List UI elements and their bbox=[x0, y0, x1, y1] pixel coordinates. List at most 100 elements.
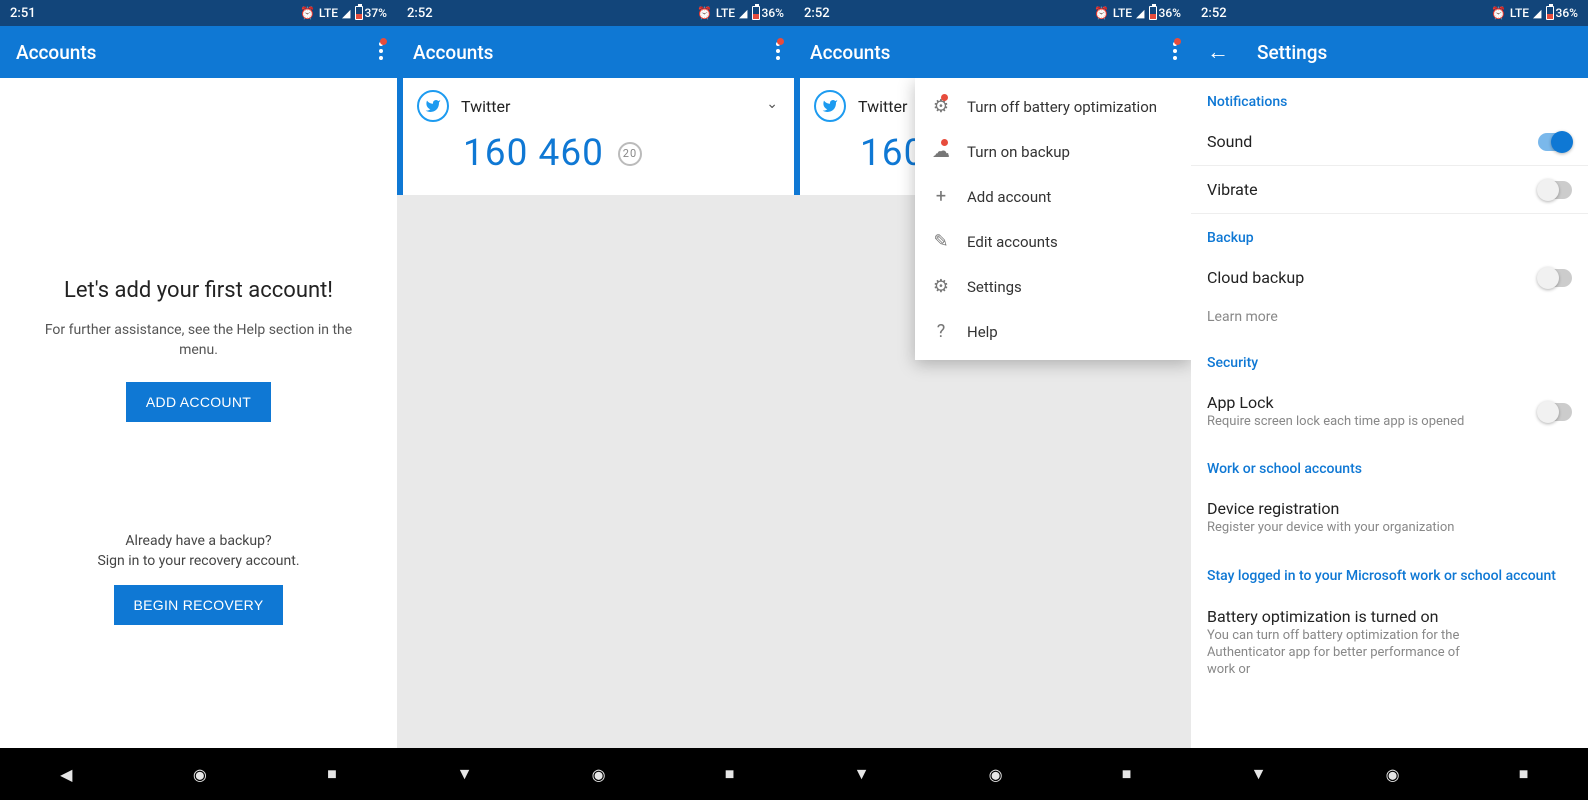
section-stay-logged: Stay logged in to your Microsoft work or… bbox=[1191, 551, 1588, 593]
pencil-icon: ✎ bbox=[931, 231, 951, 252]
nav-home-icon[interactable]: ◉ bbox=[1386, 765, 1400, 784]
menu-label: Edit accounts bbox=[967, 233, 1058, 251]
plus-icon: + bbox=[931, 186, 951, 207]
status-lte: LTE bbox=[319, 6, 338, 20]
menu-battery-opt[interactable]: ⚙Turn off battery optimization bbox=[915, 84, 1191, 129]
nav-home-icon[interactable]: ◉ bbox=[592, 765, 606, 784]
battery-icon bbox=[1546, 6, 1554, 20]
status-battery: 36% bbox=[1159, 6, 1181, 20]
alarm-icon bbox=[697, 6, 712, 20]
setting-cloud-backup[interactable]: Cloud backup bbox=[1191, 254, 1588, 301]
menu-settings[interactable]: ⚙ Settings bbox=[915, 264, 1191, 309]
menu-turn-on-backup[interactable]: ☁Turn on backup bbox=[915, 129, 1191, 174]
menu-label: Turn on backup bbox=[967, 143, 1070, 161]
section-notifications: Notifications bbox=[1191, 78, 1588, 118]
toggle-vibrate[interactable] bbox=[1538, 181, 1572, 199]
status-lte: LTE bbox=[716, 6, 735, 20]
toggle-app-lock[interactable] bbox=[1538, 403, 1572, 421]
toggle-sound[interactable] bbox=[1538, 133, 1572, 151]
signal-icon bbox=[342, 6, 350, 20]
section-backup: Backup bbox=[1191, 214, 1588, 254]
twitter-icon bbox=[814, 90, 846, 122]
menu-help[interactable]: ?Help bbox=[915, 309, 1191, 354]
notification-dot bbox=[941, 94, 948, 101]
app-bar: ← Settings bbox=[1191, 26, 1588, 78]
status-battery: 36% bbox=[762, 6, 784, 20]
menu-edit-accounts[interactable]: ✎ Edit accounts bbox=[915, 219, 1191, 264]
nav-back-icon[interactable]: ▼ bbox=[1251, 764, 1267, 784]
begin-recovery-button[interactable]: BEGIN RECOVERY bbox=[114, 585, 284, 625]
status-time: 2:52 bbox=[407, 6, 433, 21]
status-battery: 36% bbox=[1556, 6, 1578, 20]
screen-1: 2:51 LTE 37% Accounts Let's add your fir… bbox=[0, 0, 397, 800]
status-time: 2:51 bbox=[10, 6, 36, 21]
content-area: Twitter ⌄ 160 460 20 bbox=[397, 78, 794, 800]
account-card[interactable]: Twitter ⌄ 160 460 20 bbox=[397, 78, 794, 195]
settings-list[interactable]: Notifications Sound Vibrate Backup Cloud… bbox=[1191, 78, 1588, 800]
alarm-icon bbox=[300, 6, 315, 20]
timer-badge: 20 bbox=[618, 142, 642, 166]
battery-icon bbox=[752, 6, 760, 20]
back-button[interactable]: ← bbox=[1207, 39, 1229, 65]
nav-back-icon[interactable]: ◀ bbox=[60, 765, 72, 784]
status-lte: LTE bbox=[1510, 6, 1529, 20]
welcome-sub: For further assistance, see the Help sec… bbox=[24, 321, 373, 360]
status-time: 2:52 bbox=[1201, 6, 1227, 21]
nav-home-icon[interactable]: ◉ bbox=[193, 765, 207, 784]
status-bar: 2:52 LTE 36% bbox=[397, 0, 794, 26]
nav-bar: ◀ ◉ ■ bbox=[0, 748, 397, 800]
nav-bar: ▼ ◉ ■ bbox=[1191, 748, 1588, 800]
app-bar: Accounts bbox=[0, 26, 397, 78]
overflow-menu-button[interactable] bbox=[776, 42, 780, 60]
nav-recent-icon[interactable]: ■ bbox=[1122, 764, 1132, 784]
battery-icon bbox=[1149, 6, 1157, 20]
menu-add-account[interactable]: + Add account bbox=[915, 174, 1191, 219]
nav-home-icon[interactable]: ◉ bbox=[989, 765, 1003, 784]
help-icon: ? bbox=[931, 321, 951, 342]
welcome-heading: Let's add your first account! bbox=[24, 278, 373, 303]
chevron-down-icon[interactable]: ⌄ bbox=[766, 96, 778, 112]
nav-back-icon[interactable]: ▼ bbox=[854, 764, 870, 784]
nav-recent-icon[interactable]: ■ bbox=[327, 764, 337, 784]
overflow-menu-button[interactable] bbox=[1173, 42, 1177, 60]
app-title: Settings bbox=[1257, 41, 1327, 64]
screen-2: 2:52 LTE 36% Accounts Twitter ⌄ 160 460 bbox=[397, 0, 794, 800]
status-time: 2:52 bbox=[804, 6, 830, 21]
nav-back-icon[interactable]: ▼ bbox=[457, 764, 473, 784]
screen-4: 2:52 LTE 36% ← Settings Notifications So… bbox=[1191, 0, 1588, 800]
setting-app-lock[interactable]: App Lock Require screen lock each time a… bbox=[1191, 379, 1588, 445]
menu-label: Add account bbox=[967, 188, 1051, 206]
section-security: Security bbox=[1191, 339, 1588, 379]
nav-bar: ▼ ◉ ■ bbox=[794, 748, 1191, 800]
overflow-menu-button[interactable] bbox=[379, 42, 383, 60]
nav-recent-icon[interactable]: ■ bbox=[1519, 764, 1529, 784]
signal-icon bbox=[1136, 6, 1144, 20]
recovery-text: Already have a backup? Sign in to your r… bbox=[24, 532, 373, 571]
setting-device-registration[interactable]: Device registration Register your device… bbox=[1191, 485, 1588, 551]
app-bar: Accounts bbox=[794, 26, 1191, 78]
setting-vibrate[interactable]: Vibrate bbox=[1191, 166, 1588, 214]
menu-label: Settings bbox=[967, 278, 1022, 296]
app-bar: Accounts bbox=[397, 26, 794, 78]
status-bar: 2:52 LTE 36% bbox=[1191, 0, 1588, 26]
add-account-button[interactable]: ADD ACCOUNT bbox=[126, 382, 271, 422]
status-battery: 37% bbox=[365, 6, 387, 20]
signal-icon bbox=[1533, 6, 1541, 20]
setting-battery-opt[interactable]: Battery optimization is turned on You ca… bbox=[1191, 593, 1588, 693]
status-bar: 2:52 LTE 36% bbox=[794, 0, 1191, 26]
account-name: Twitter bbox=[858, 97, 907, 116]
setting-sound[interactable]: Sound bbox=[1191, 118, 1588, 166]
toggle-cloud-backup[interactable] bbox=[1538, 269, 1572, 287]
nav-recent-icon[interactable]: ■ bbox=[725, 764, 735, 784]
battery-icon bbox=[355, 6, 363, 20]
app-title: Accounts bbox=[413, 41, 493, 64]
status-lte: LTE bbox=[1113, 6, 1132, 20]
notification-dot bbox=[941, 139, 948, 146]
status-bar: 2:51 LTE 37% bbox=[0, 0, 397, 26]
gear-icon: ⚙ bbox=[931, 276, 951, 297]
content-area: Let's add your first account! For furthe… bbox=[0, 78, 397, 800]
learn-more-link[interactable]: Learn more bbox=[1191, 301, 1588, 339]
screen-3: 2:52 LTE 36% Accounts Twitter 160 bbox=[794, 0, 1191, 800]
alarm-icon bbox=[1491, 6, 1506, 20]
signal-icon bbox=[739, 6, 747, 20]
